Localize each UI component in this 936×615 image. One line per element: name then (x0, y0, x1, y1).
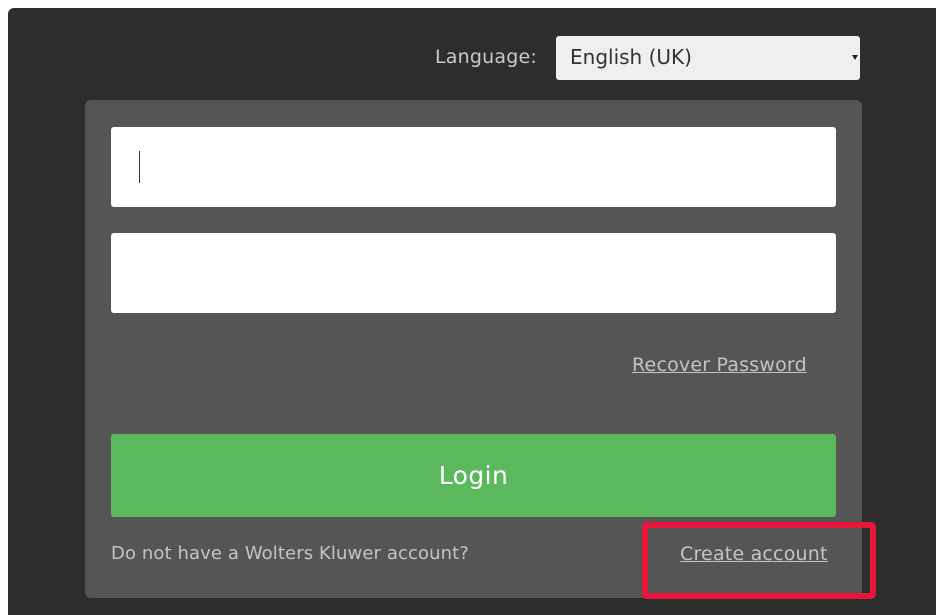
text-caret (139, 151, 140, 183)
username-input[interactable] (111, 127, 836, 207)
language-label: Language: (435, 46, 537, 68)
language-row: Language: English (UK) (0, 36, 860, 80)
no-account-text: Do not have a Wolters Kluwer account? (111, 543, 469, 564)
chevron-down-icon (852, 55, 858, 60)
recover-password-link[interactable]: Recover Password (632, 354, 807, 376)
language-select[interactable]: English (UK) (556, 36, 860, 80)
language-selected-value: English (UK) (570, 45, 692, 69)
login-button[interactable]: Login (111, 434, 836, 517)
create-account-link[interactable]: Create account (680, 543, 828, 565)
password-input[interactable] (111, 233, 836, 313)
